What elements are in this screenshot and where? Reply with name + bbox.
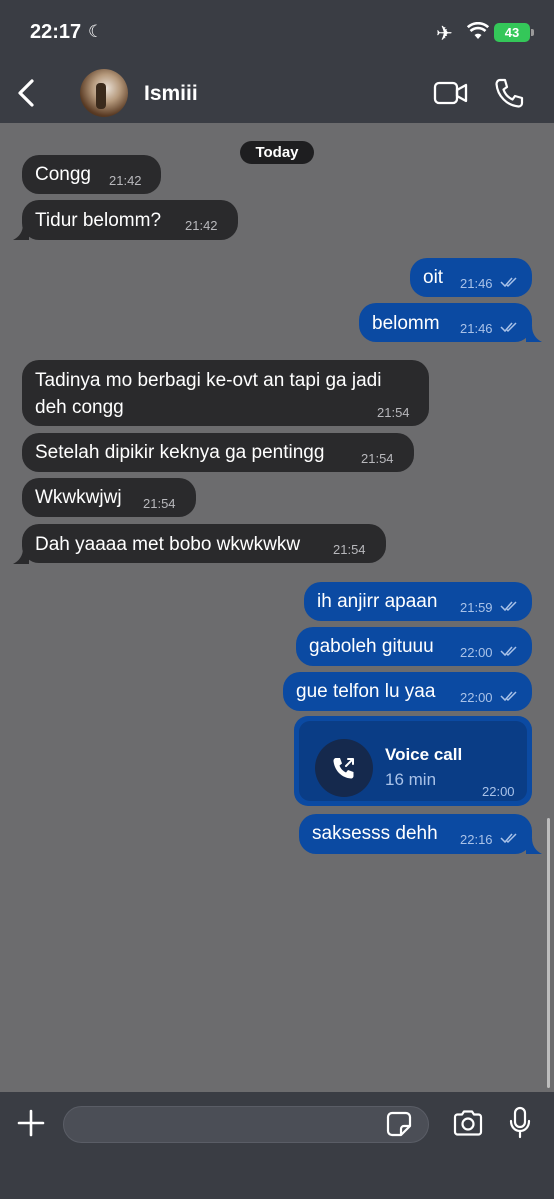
airplane-mode-icon: ✈: [436, 23, 453, 45]
contact-avatar[interactable]: [80, 69, 128, 117]
message-text: Dah yaaaa met bobo wkwkwkw: [35, 534, 301, 555]
message-bubble-outgoing[interactable]: belomm 21:46: [359, 303, 532, 342]
voice-call-inner: Voice call 16 min 22:00: [299, 721, 527, 801]
message-bubble-incoming[interactable]: Setelah dipikir keknya ga pentingg 21:54: [22, 433, 414, 472]
battery-tip: [531, 29, 534, 36]
message-bubble-outgoing[interactable]: gue telfon lu yaa 22:00: [283, 672, 532, 711]
message-text: Congg: [35, 164, 91, 185]
read-receipt-icon: [500, 691, 517, 702]
message-bubble-outgoing[interactable]: oit 21:46: [410, 258, 532, 297]
message-time: 21:42: [185, 218, 218, 233]
read-receipt-icon: [500, 646, 517, 657]
voice-call-time: 22:00: [482, 784, 515, 799]
message-text: gue telfon lu yaa: [296, 681, 436, 702]
message-text: Wkwkwjwj: [35, 487, 122, 508]
phone-call-icon[interactable]: [494, 77, 524, 114]
message-bubble-incoming[interactable]: Congg 21:42: [22, 155, 161, 194]
read-receipt-icon: [500, 322, 517, 333]
message-bubble-incoming[interactable]: Wkwkwjwj 21:54: [22, 478, 196, 517]
message-text-line: Tadinya mo berbagi ke-ovt an tapi ga jad…: [35, 370, 382, 391]
message-text-line: deh congg: [35, 397, 124, 418]
scrollbar[interactable]: [547, 818, 550, 1088]
battery-indicator: 43: [494, 23, 530, 42]
bubble-tail: [526, 326, 542, 342]
camera-icon[interactable]: [452, 1110, 484, 1141]
message-text: saksesss dehh: [312, 823, 438, 844]
message-text: oit: [423, 267, 444, 288]
message-time: 21:59: [460, 600, 493, 615]
message-time: 22:00: [460, 690, 493, 705]
status-time: 22:17: [30, 21, 82, 43]
bubble-tail: [526, 838, 542, 854]
read-receipt-icon: [500, 601, 517, 612]
message-time: 22:16: [460, 832, 493, 847]
message-bubble-outgoing[interactable]: saksesss dehh 22:16: [299, 814, 532, 854]
moon-icon: ☾: [88, 22, 104, 41]
microphone-icon[interactable]: [508, 1106, 532, 1145]
attach-plus-icon[interactable]: [16, 1108, 46, 1143]
message-time: 21:42: [109, 173, 142, 188]
message-time: 21:46: [460, 321, 493, 336]
read-receipt-icon: [500, 277, 517, 288]
outgoing-call-icon: [333, 758, 354, 779]
message-bubble-incoming[interactable]: Tadinya mo berbagi ke-ovt an tapi ga jad…: [22, 360, 429, 426]
date-separator: Today: [240, 141, 314, 164]
message-text: belomm: [372, 313, 440, 334]
voice-call-title: Voice call: [385, 745, 463, 764]
message-time: 21:46: [460, 276, 493, 291]
message-bubble-outgoing[interactable]: gaboleh gituuu 22:00: [296, 627, 532, 666]
read-receipt-icon: [500, 833, 517, 844]
voice-call-card[interactable]: Voice call 16 min 22:00: [294, 716, 532, 806]
message-text: Setelah dipikir keknya ga pentingg: [35, 442, 325, 463]
message-text: ih anjirr apaan: [317, 591, 438, 612]
message-time: 21:54: [143, 496, 176, 511]
message-bubble-incoming[interactable]: Tidur belomm? 21:42: [22, 200, 238, 240]
message-input-box[interactable]: [63, 1106, 429, 1143]
call-icon-circle: [315, 739, 373, 797]
message-text: Tidur belomm?: [35, 210, 162, 231]
message-time: 21:54: [333, 542, 366, 557]
message-text: gaboleh gituuu: [309, 636, 434, 657]
message-time: 21:54: [361, 451, 394, 466]
wifi-icon: [466, 21, 490, 45]
message-time: 21:54: [377, 405, 410, 420]
contact-name[interactable]: Ismiii: [144, 82, 198, 106]
message-bubble-incoming[interactable]: Dah yaaaa met bobo wkwkwkw 21:54: [22, 524, 386, 563]
video-call-icon[interactable]: [433, 80, 469, 111]
voice-call-duration: 16 min: [385, 770, 437, 789]
message-bubble-outgoing[interactable]: ih anjirr apaan 21:59: [304, 582, 532, 621]
back-chevron-icon[interactable]: [14, 78, 38, 113]
message-input[interactable]: [78, 1113, 378, 1137]
message-time: 22:00: [460, 645, 493, 660]
sticker-icon[interactable]: [386, 1111, 412, 1142]
